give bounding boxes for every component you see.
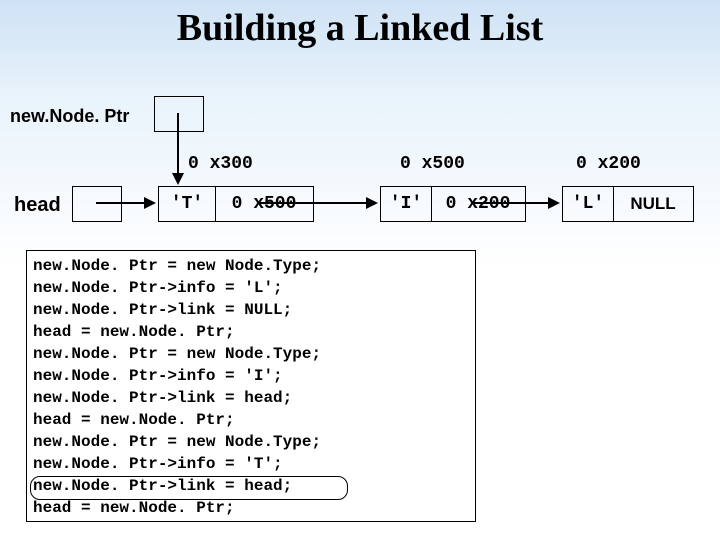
code-line-9: new.Node. Ptr = new Node.Type; bbox=[33, 431, 469, 453]
label-head: head bbox=[14, 194, 61, 217]
code-line-3: new.Node. Ptr->link = NULL; bbox=[33, 299, 469, 321]
label-newnodeptr: new.Node. Ptr bbox=[10, 106, 129, 127]
page-title: Building a Linked List bbox=[0, 6, 720, 50]
highlight-current-line bbox=[30, 476, 348, 500]
code-line-4: head = new.Node. Ptr; bbox=[33, 321, 469, 343]
arrow-newnodeptr bbox=[177, 113, 179, 175]
addr-n1: 0 x300 bbox=[188, 154, 253, 174]
code-line-5: new.Node. Ptr = new Node.Type; bbox=[33, 343, 469, 365]
ptrbox-newnodeptr bbox=[154, 96, 204, 132]
arrow-n2-n3 bbox=[472, 202, 550, 204]
ptrbox-head bbox=[72, 186, 122, 222]
code-line-8: head = new.Node. Ptr; bbox=[33, 409, 469, 431]
code-line-1: new.Node. Ptr = new Node.Type; bbox=[33, 255, 469, 277]
code-line-12: head = new.Node. Ptr; bbox=[33, 497, 469, 519]
arrow-n1-n2-tip bbox=[366, 197, 378, 209]
arrow-n1-n2 bbox=[260, 202, 368, 204]
code-line-10: new.Node. Ptr->info = 'T'; bbox=[33, 453, 469, 475]
arrow-head-to-n1-tip bbox=[144, 197, 156, 209]
node-3-link: NULL bbox=[613, 187, 693, 221]
addr-n3: 0 x200 bbox=[576, 154, 641, 174]
node-3-info: 'L' bbox=[563, 187, 613, 221]
node-2-link: 0 x200 bbox=[431, 187, 525, 221]
node-3: 'L' NULL bbox=[562, 186, 694, 222]
code-line-7: new.Node. Ptr->link = head; bbox=[33, 387, 469, 409]
arrow-newnodeptr-head bbox=[172, 173, 184, 185]
node-1: 'T' 0 x500 bbox=[158, 186, 314, 222]
arrow-head-to-n1 bbox=[96, 202, 146, 204]
addr-n2: 0 x500 bbox=[400, 154, 465, 174]
code-line-2: new.Node. Ptr->info = 'L'; bbox=[33, 277, 469, 299]
node-2-info: 'I' bbox=[381, 187, 431, 221]
arrow-n2-n3-tip bbox=[548, 197, 560, 209]
node-1-info: 'T' bbox=[159, 187, 215, 221]
node-1-link: 0 x500 bbox=[215, 187, 313, 221]
code-line-6: new.Node. Ptr->info = 'I'; bbox=[33, 365, 469, 387]
node-2: 'I' 0 x200 bbox=[380, 186, 526, 222]
